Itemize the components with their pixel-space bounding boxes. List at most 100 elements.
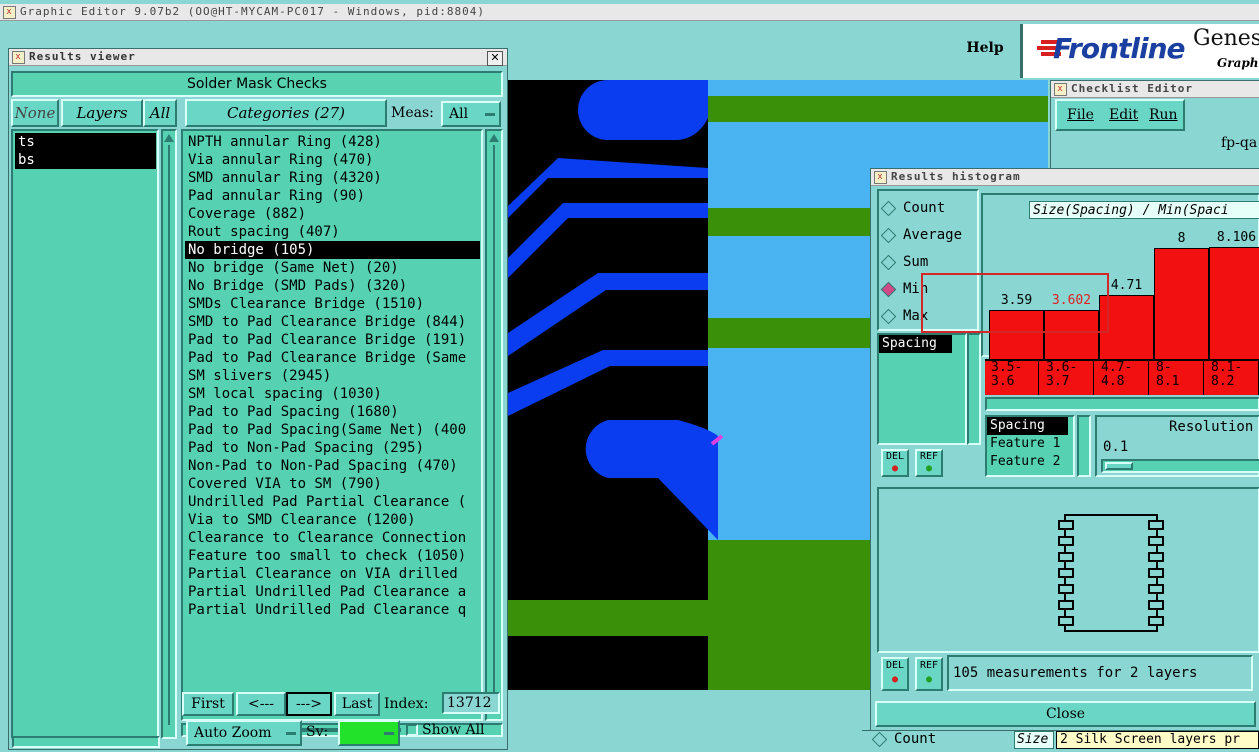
category-item[interactable]: Via annular Ring (470) <box>185 151 480 169</box>
fields-scrollbar[interactable] <box>1077 415 1091 477</box>
category-item[interactable]: SM slivers (2945) <box>185 367 480 385</box>
menu-edit[interactable]: Edit <box>1109 107 1138 123</box>
measure-scrollbar[interactable] <box>967 333 981 445</box>
category-item[interactable]: SM local spacing (1030) <box>185 385 480 403</box>
del-button-2[interactable]: DEL ● <box>881 657 909 691</box>
count-radio[interactable] <box>871 731 888 748</box>
menu-file[interactable]: File <box>1067 107 1094 123</box>
histogram-titlebar: x Results histogram <box>871 169 1259 186</box>
del-button[interactable]: DEL ● <box>881 449 909 477</box>
category-item[interactable]: Partial Undrilled Pad Clearance q <box>185 601 480 619</box>
radio-icon[interactable] <box>880 254 897 270</box>
resolution-label: Resolution <box>1169 419 1254 435</box>
sv-color-select[interactable] <box>338 720 400 746</box>
slider-thumb[interactable] <box>1105 462 1133 470</box>
category-item[interactable]: No bridge (105) <box>185 241 480 259</box>
category-item[interactable]: Pad to Pad Clearance Bridge (191) <box>185 331 480 349</box>
layer-item[interactable]: bs <box>15 151 156 169</box>
radio-icon[interactable] <box>880 308 897 324</box>
category-item[interactable]: SMD annular Ring (4320) <box>185 169 480 187</box>
category-item[interactable]: SMD to Pad Clearance Bridge (844) <box>185 313 480 331</box>
bin-label-part: 8.1- <box>1211 360 1243 375</box>
menu-run[interactable]: Run <box>1149 107 1178 123</box>
mode-label: Average <box>903 227 963 243</box>
index-field[interactable]: 13712 <box>442 692 500 714</box>
category-item[interactable]: Non-Pad to Non-Pad Spacing (470) <box>185 457 480 475</box>
category-item[interactable]: Covered VIA to SM (790) <box>185 475 480 493</box>
radio-icon[interactable] <box>880 281 897 297</box>
radio-icon[interactable] <box>880 227 897 243</box>
scroll-up-icon[interactable] <box>489 134 499 142</box>
category-item[interactable]: Clearance to Clearance Connection <box>185 529 480 547</box>
checklist-name: fp-qa <box>1221 135 1258 151</box>
category-item[interactable]: Rout spacing (407) <box>185 223 480 241</box>
layers-scrollbar[interactable] <box>161 129 177 739</box>
close-button[interactable]: Close <box>875 701 1256 727</box>
help-menu[interactable]: Help <box>960 40 1010 60</box>
field-item[interactable]: Spacing <box>987 417 1068 435</box>
category-item[interactable]: Pad to Non-Pad Spacing (295) <box>185 439 480 457</box>
bin-label-part: 3.7 <box>1046 374 1070 389</box>
scroll-up-icon[interactable] <box>164 134 174 142</box>
category-item[interactable]: SMDs Clearance Bridge (1510) <box>185 295 480 313</box>
pin-shape <box>1148 584 1164 594</box>
category-item[interactable]: Pad to Pad Clearance Bridge (Same <box>185 349 480 367</box>
show-all-checkbox[interactable] <box>406 724 418 736</box>
pin-shape <box>1058 536 1074 546</box>
layers-button[interactable]: Layers <box>61 99 143 127</box>
mode-option-count[interactable]: Count <box>879 197 977 224</box>
window-icon: x <box>874 171 887 184</box>
ref-button[interactable]: REF ● <box>915 449 943 477</box>
category-item[interactable]: No bridge (Same Net) (20) <box>185 259 480 277</box>
fields-list[interactable]: Spacing Feature 1 Feature 2 <box>985 415 1075 477</box>
layers-hscrollbar[interactable] <box>12 736 160 748</box>
field-item[interactable]: Feature 2 <box>987 453 1068 471</box>
none-button[interactable]: None <box>11 99 59 127</box>
histogram-bar[interactable] <box>1209 247 1259 361</box>
next-button[interactable]: ---> <box>286 692 332 716</box>
measure-list[interactable]: Spacing <box>877 333 967 445</box>
resolution-panel: Resolution 0.1 <box>1095 415 1259 477</box>
category-item[interactable]: Coverage (882) <box>185 205 480 223</box>
category-item[interactable]: NPTH annular Ring (428) <box>185 133 480 151</box>
category-item[interactable]: Partial Clearance on VIA drilled <box>185 565 480 583</box>
chart-hscrollbar[interactable] <box>985 397 1259 411</box>
prev-button[interactable]: <--- <box>236 692 286 716</box>
tooltip: 2 Silk Screen layers pr <box>1056 731 1259 749</box>
bin-label-part: 8.1 <box>1156 374 1180 389</box>
categories-button[interactable]: Categories (27) <box>185 99 387 127</box>
feature-preview <box>877 487 1259 653</box>
layer-item[interactable]: ts <box>15 133 156 151</box>
category-item[interactable]: No Bridge (SMD Pads) (320) <box>185 277 480 295</box>
field-item[interactable]: Feature 1 <box>987 435 1068 453</box>
category-item[interactable]: Feature too small to check (1050) <box>185 547 480 565</box>
category-item[interactable]: Pad to Pad Spacing(Same Net) (400 <box>185 421 480 439</box>
checklist-editor-window: x Checklist Editor File Edit Run fp-qa <box>1050 80 1259 182</box>
all-layers-button[interactable]: All <box>143 99 177 127</box>
category-item[interactable]: Pad annular Ring (90) <box>185 187 480 205</box>
auto-zoom-select[interactable]: Auto Zoom <box>186 720 302 746</box>
bin-label-part: 4.8 <box>1101 374 1125 389</box>
category-item[interactable]: Undrilled Pad Partial Clearance ( <box>185 493 480 511</box>
categories-list[interactable]: NPTH annular Ring (428) Via annular Ring … <box>181 129 483 721</box>
measure-item[interactable]: Spacing <box>879 335 952 353</box>
resolution-slider[interactable] <box>1101 459 1259 473</box>
category-item[interactable]: Pad to Pad Spacing (1680) <box>185 403 480 421</box>
window-icon: x <box>1054 83 1067 96</box>
categories-scrollbar[interactable] <box>485 129 503 721</box>
category-item[interactable]: Partial Undrilled Pad Clearance a <box>185 583 480 601</box>
mode-option-average[interactable]: Average <box>879 224 977 251</box>
pin-shape <box>1148 568 1164 578</box>
histogram-bar[interactable] <box>1154 248 1209 361</box>
sv-label: Sv: <box>306 724 329 740</box>
results-viewer-window: x Results viewer ✕ Solder Mask Checks Non… <box>8 48 508 750</box>
category-item[interactable]: Via to SMD Clearance (1200) <box>185 511 480 529</box>
ref-button-2[interactable]: REF ● <box>915 657 943 691</box>
layers-list[interactable]: ts bs <box>11 129 159 739</box>
last-button[interactable]: Last <box>334 692 380 716</box>
close-icon[interactable]: ✕ <box>487 51 503 66</box>
first-button[interactable]: First <box>182 692 234 716</box>
radio-icon[interactable] <box>880 200 897 216</box>
ref-label: REF <box>919 451 939 462</box>
meas-select[interactable]: All <box>441 101 501 127</box>
